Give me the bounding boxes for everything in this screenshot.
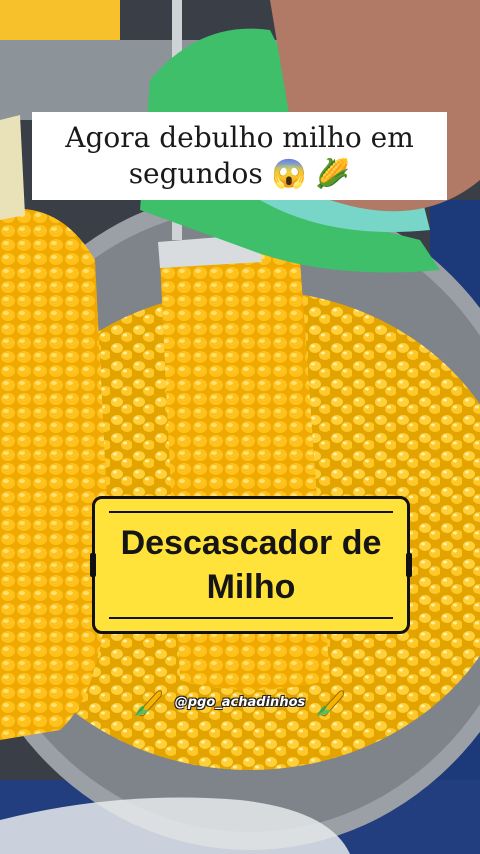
video-frame: Agora debulho milho em segundos 😱 🌽 Desca…: [0, 0, 480, 854]
title-card-bottom-rule: [109, 617, 393, 619]
product-title: Descascador de Milho: [120, 524, 382, 606]
caption-line-2: segundos 😱 🌽: [128, 157, 351, 190]
caption-text: Agora debulho milho em segundos 😱 🌽: [65, 120, 414, 192]
caption-line-1: Agora debulho milho em: [65, 121, 414, 154]
watermark-handle: @pgo_achadinhos: [174, 694, 306, 710]
caption-banner: Agora debulho milho em segundos 😱 🌽: [32, 112, 447, 200]
product-title-card: Descascador de Milho: [90, 496, 412, 634]
corn-icon: [317, 690, 345, 717]
watermark: @pgo_achadinhos: [116, 672, 364, 732]
title-card-top-rule: [109, 511, 393, 513]
corn-icon: [134, 690, 162, 717]
